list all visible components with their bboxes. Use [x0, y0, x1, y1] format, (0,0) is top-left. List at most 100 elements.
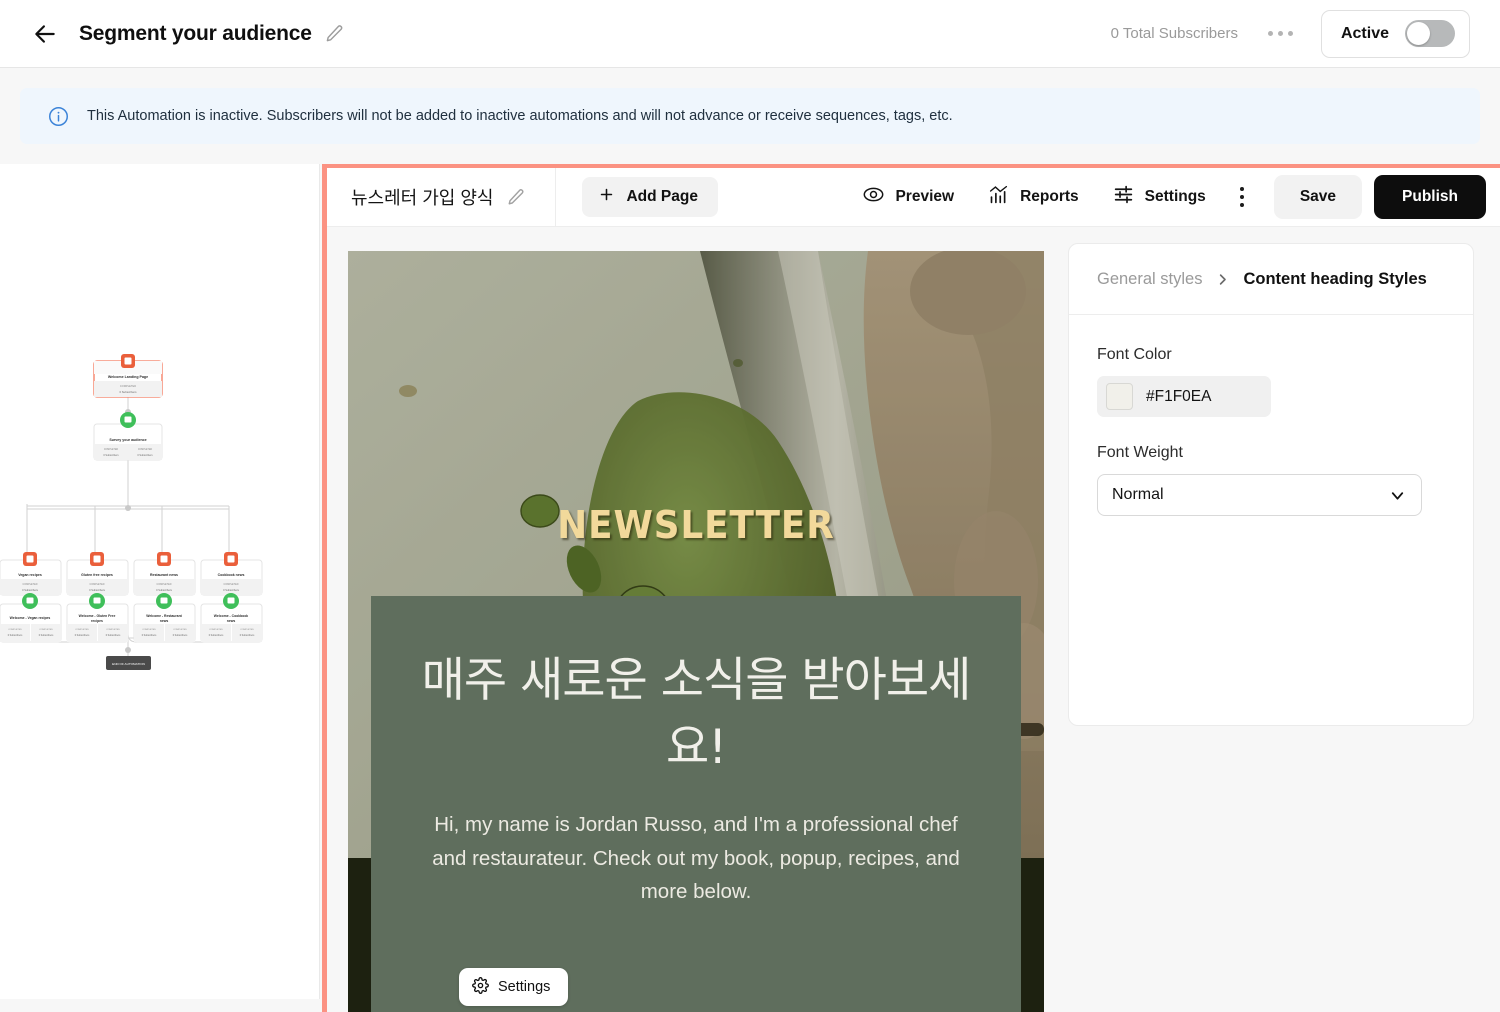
svg-text:0 Subscribers: 0 Subscribers — [142, 634, 157, 637]
color-swatch[interactable] — [1106, 383, 1133, 410]
flow-node-welcome-vegan-recipes: Welcome - Vegan recipes COMPLETED 0 Subs… — [0, 593, 62, 643]
add-page-button[interactable]: Add Page — [582, 177, 718, 217]
svg-text:COMPLETED: COMPLETED — [120, 384, 136, 388]
flow-node-cookbook-news: Cookbook news COMPLETED 0 Subscribers — [200, 552, 263, 596]
back-arrow-icon[interactable] — [32, 21, 58, 47]
content-settings-chip[interactable]: Settings — [459, 968, 569, 1006]
toggle-switch[interactable] — [1405, 20, 1455, 47]
publish-button[interactable]: Publish — [1374, 175, 1486, 219]
eye-icon — [863, 184, 884, 210]
sliders-icon — [1113, 184, 1134, 210]
content-block[interactable]: 매주 새로운 소식을 받아보세요! Hi, my name is Jordan … — [371, 596, 1021, 1012]
notice-banner-region: This Automation is inactive. Subscribers… — [0, 68, 1500, 164]
pencil-icon[interactable] — [507, 188, 525, 206]
svg-text:COMPLETED: COMPLETED — [39, 629, 53, 631]
preview-button[interactable]: Preview — [863, 184, 954, 210]
svg-text:COMPLETED: COMPLETED — [8, 629, 22, 631]
svg-text:COMPLETED: COMPLETED — [23, 583, 38, 586]
more-vertical-icon[interactable] — [1239, 187, 1244, 207]
reports-label: Reports — [1020, 188, 1079, 205]
svg-text:0 Subscribers: 0 Subscribers — [39, 634, 54, 637]
svg-text:Survey your audience: Survey your audience — [109, 438, 146, 442]
svg-text:COMPLETED: COMPLETED — [138, 449, 153, 451]
save-button[interactable]: Save — [1273, 175, 1363, 219]
app-header: Segment your audience 0 Total Subscriber… — [0, 0, 1500, 68]
pencil-icon[interactable] — [325, 24, 344, 43]
svg-text:COMPLETED: COMPLETED — [106, 629, 120, 631]
svg-text:Vegan recipes: Vegan recipes — [18, 573, 42, 577]
settings-button[interactable]: Settings — [1113, 184, 1206, 210]
svg-text:news: news — [227, 619, 236, 623]
flow-node-welcome-cookbook-news: Welcome - Cookbook news COMPLETED 0 Subs… — [200, 593, 263, 643]
svg-text:Welcome - Gluten Free: Welcome - Gluten Free — [79, 614, 116, 618]
svg-text:recipes: recipes — [91, 619, 103, 623]
flow-node-vegan-recipes: Vegan recipes COMPLETED 0 Subscribers — [0, 552, 62, 596]
more-horizontal-icon[interactable] — [1267, 31, 1293, 36]
inactive-automation-banner: This Automation is inactive. Subscribers… — [20, 88, 1480, 144]
gear-icon — [472, 976, 489, 998]
svg-text:0 Subscribers: 0 Subscribers — [22, 588, 39, 592]
style-panel-breadcrumb: General styles Content heading Styles — [1069, 244, 1473, 315]
editor-toolbar: 뉴스레터 가입 양식 Add Page Preview Reports Sett… — [327, 168, 1500, 227]
svg-text:Welcome - Restaurant: Welcome - Restaurant — [146, 614, 182, 618]
svg-text:Welcome Landing Page: Welcome Landing Page — [108, 375, 148, 379]
content-heading: 매주 새로운 소식을 받아보세요! — [421, 653, 972, 775]
active-toggle-label: Active — [1340, 24, 1389, 42]
svg-text:0 Subscribers: 0 Subscribers — [119, 390, 137, 394]
breadcrumb-general-styles[interactable]: General styles — [1097, 270, 1202, 289]
flow-node-restaurant-news: Restaurant news COMPLETED 0 Subscribers — [133, 552, 196, 596]
flow-node-end-of-automation: END OF AUTOMATION — [106, 656, 151, 670]
page-editor-panel: 뉴스레터 가입 양식 Add Page Preview Reports Sett… — [322, 164, 1500, 1012]
svg-text:COMPLETED: COMPLETED — [224, 583, 239, 586]
chevron-right-icon — [1215, 272, 1230, 287]
preview-label: Preview — [895, 188, 955, 205]
svg-text:COMPLETED: COMPLETED — [240, 629, 254, 631]
svg-text:Cookbook news: Cookbook news — [218, 573, 245, 577]
flow-node-survey-your-audience: Survey your audience COMPLETED 0 Subscri… — [93, 412, 163, 461]
svg-text:Restaurant news: Restaurant news — [150, 573, 178, 577]
svg-text:Welcome - Cookbook: Welcome - Cookbook — [214, 614, 249, 618]
svg-text:0 Subscribers: 0 Subscribers — [156, 588, 173, 592]
svg-text:Welcome - Vegan recipes: Welcome - Vegan recipes — [10, 616, 51, 620]
editor-page-name: 뉴스레터 가입 양식 — [351, 188, 494, 208]
svg-text:COMPLETED: COMPLETED — [173, 629, 187, 631]
flow-node-gluten-free-recipes: Gluten free recipes COMPLETED 0 Subscrib… — [66, 552, 129, 596]
font-weight-select[interactable]: Normal — [1097, 474, 1422, 516]
active-toggle[interactable]: Active — [1320, 9, 1470, 58]
plus-icon — [598, 186, 615, 208]
subscriber-count: 0 Total Subscribers — [1110, 25, 1238, 42]
font-color-label: Font Color — [1097, 346, 1172, 363]
flow-node-welcome-landing-page: Welcome Landing Page COMPLETED 0 Subscri… — [93, 354, 163, 398]
toolbar-divider — [555, 168, 557, 227]
font-color-field[interactable]: #F1F0EA — [1097, 376, 1271, 417]
svg-text:COMPLETED: COMPLETED — [157, 583, 172, 586]
svg-text:0 Subscribers: 0 Subscribers — [209, 634, 224, 637]
svg-text:0 Subscribers: 0 Subscribers — [240, 634, 255, 637]
svg-text:Gluten free recipes: Gluten free recipes — [81, 573, 113, 577]
svg-text:COMPLETED: COMPLETED — [209, 629, 223, 631]
chevron-down-icon — [1388, 486, 1407, 505]
font-color-value: #F1F0EA — [1146, 387, 1212, 405]
toolbar-actions: Preview Reports Settings Save Publish — [829, 175, 1486, 219]
add-page-label: Add Page — [626, 188, 698, 205]
svg-text:0 Subscribers: 0 Subscribers — [223, 588, 240, 592]
hero-newsletter-text: NEWSLETTER — [557, 503, 835, 547]
svg-text:COMPLETED: COMPLETED — [104, 449, 119, 451]
svg-text:COMPLETED: COMPLETED — [75, 629, 89, 631]
reports-button[interactable]: Reports — [988, 184, 1079, 210]
page-preview-canvas[interactable]: NEWSLETTER 매주 새로운 소식을 받아보세요! Hi, my name… — [348, 251, 1044, 1012]
info-icon — [48, 106, 69, 127]
svg-text:COMPLETED: COMPLETED — [90, 583, 105, 586]
automation-flow-panel[interactable]: Welcome Landing Page COMPLETED 0 Subscri… — [0, 164, 320, 999]
page-title: Segment your audience — [79, 21, 312, 45]
automation-flowchart[interactable]: Welcome Landing Page COMPLETED 0 Subscri… — [0, 164, 320, 999]
svg-text:END OF AUTOMATION: END OF AUTOMATION — [112, 662, 145, 666]
font-weight-value: Normal — [1112, 486, 1164, 503]
svg-text:0 Subscribers: 0 Subscribers — [75, 634, 90, 637]
svg-text:0 Subscribers: 0 Subscribers — [89, 588, 106, 592]
settings-label: Settings — [1144, 188, 1206, 205]
style-settings-panel: General styles Content heading Styles Fo… — [1068, 243, 1474, 726]
flow-node-welcome-restaurant-news: Welcome - Restaurant news COMPLETED 0 Su… — [133, 593, 196, 643]
banner-text: This Automation is inactive. Subscribers… — [87, 108, 953, 124]
svg-text:COMPLETED: COMPLETED — [142, 629, 156, 631]
